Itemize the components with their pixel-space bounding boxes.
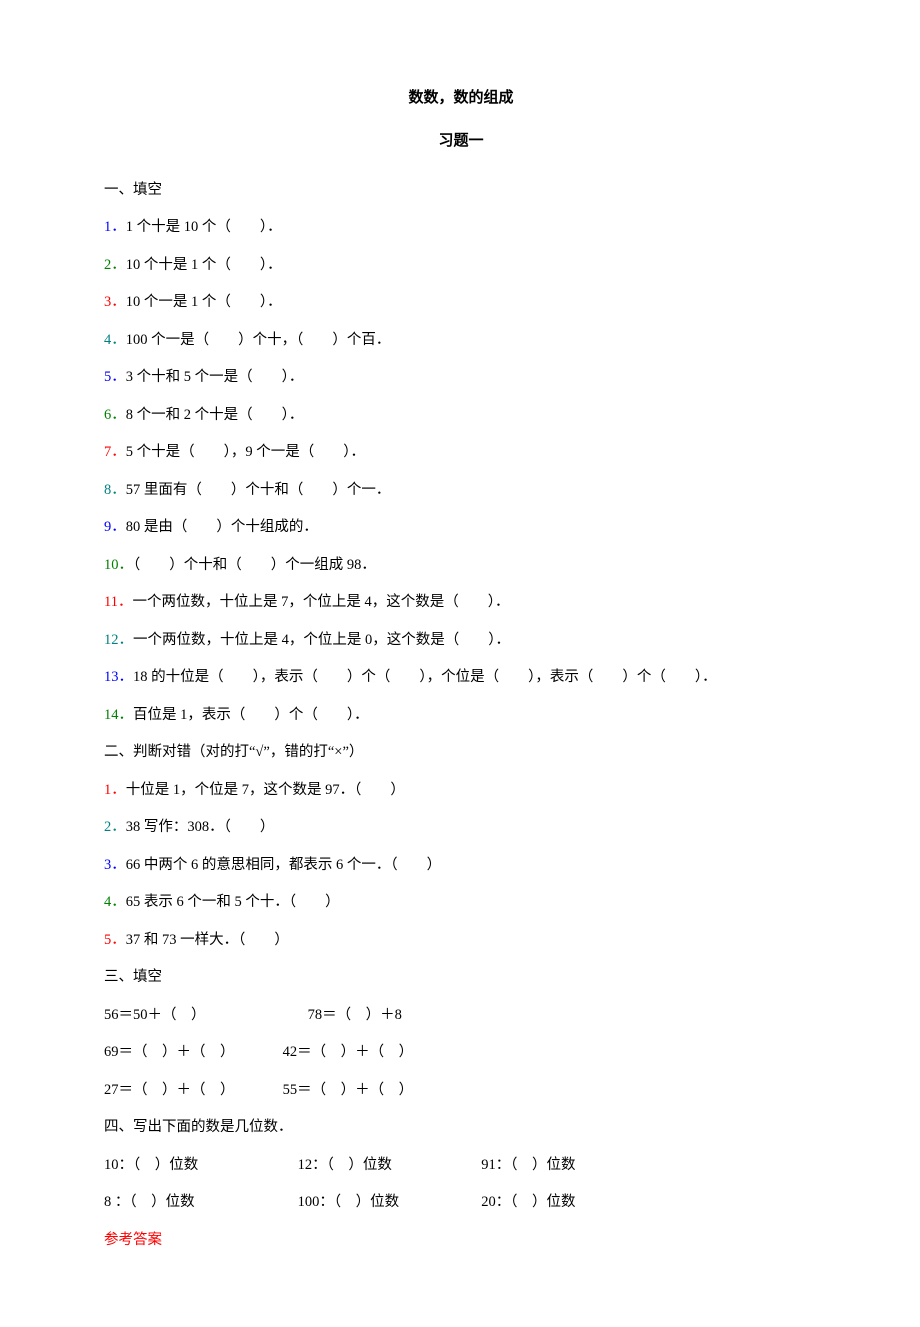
equation-row: 27＝（ ）＋（ ） 55＝（ ）＋（ ） — [104, 1080, 818, 1100]
section-header: 四、写出下面的数是几位数． — [104, 1117, 818, 1137]
question-text: 66 中两个 6 的意思相同，都表示 6 个一．（ ） — [126, 857, 441, 873]
digits-text: 91：（ ）位数 — [481, 1155, 575, 1175]
equation-row: 69＝（ ）＋（ ） 42＝（ ）＋（ ） — [104, 1042, 818, 1062]
question-number: 14． — [104, 707, 133, 723]
question-number: 9． — [104, 519, 126, 535]
question-number: 5． — [104, 932, 126, 948]
question-number: 6． — [104, 407, 126, 423]
question-number: 1． — [104, 782, 126, 798]
question-item: 12．一个两位数，十位上是 4，个位上是 0，这个数是（ ）． — [104, 630, 818, 650]
question-text: 100 个一是（ ）个十，（ ）个百． — [126, 332, 391, 348]
question-item: 10．（ ）个十和（ ）个一组成 98． — [104, 555, 818, 575]
question-item: 7．5 个十是（ ），9 个一是（ ）． — [104, 442, 818, 462]
question-text: （ ）个十和（ ）个一组成 98． — [133, 557, 376, 573]
question-number: 5． — [104, 369, 126, 385]
question-item: 9．80 是由（ ）个十组成的． — [104, 517, 818, 537]
question-number: 7． — [104, 444, 126, 460]
question-text: 一个两位数，十位上是 7，个位上是 4，这个数是（ ）． — [132, 594, 509, 610]
question-text: 一个两位数，十位上是 4，个位上是 0，这个数是（ ）． — [133, 632, 510, 648]
question-item: 5．37 和 73 一样大．（ ） — [104, 930, 818, 950]
question-number: 2． — [104, 257, 126, 273]
equation-text: 56＝50＋（ ） — [104, 1005, 304, 1025]
question-text: 3 个十和 5 个一是（ ）． — [126, 369, 304, 385]
section-header: 一、填空 — [104, 180, 818, 200]
digits-row: 10：（ ）位数 12：（ ）位数 91：（ ）位数 — [104, 1155, 818, 1175]
question-item: 13．18 的十位是（ ），表示（ ）个（ ），个位是（ ），表示（ ）个（ ）… — [104, 667, 818, 687]
question-number: 8． — [104, 482, 126, 498]
equation-text: 69＝（ ）＋（ ） — [104, 1042, 279, 1062]
section-header: 二、判断对错（对的打“√”，错的打“×”） — [104, 742, 818, 762]
question-item: 4．100 个一是（ ）个十，（ ）个百． — [104, 330, 818, 350]
answer-header: 参考答案 — [104, 1230, 818, 1250]
digits-row: 8 ：（ ）位数 100：（ ）位数 20：（ ）位数 — [104, 1192, 818, 1212]
question-number: 10． — [104, 557, 133, 573]
question-number: 12． — [104, 632, 133, 648]
question-item: 3．10 个一是 1 个（ ）． — [104, 292, 818, 312]
question-item: 1．1 个十是 10 个（ ）． — [104, 217, 818, 237]
digits-text: 12：（ ）位数 — [298, 1155, 478, 1175]
question-item: 2．10 个十是 1 个（ ）． — [104, 255, 818, 275]
question-item: 5．3 个十和 5 个一是（ ）． — [104, 367, 818, 387]
question-text: 5 个十是（ ），9 个一是（ ）． — [126, 444, 365, 460]
question-text: 10 个一是 1 个（ ）． — [126, 294, 282, 310]
digits-text: 8 ：（ ）位数 — [104, 1192, 294, 1212]
question-number: 3． — [104, 294, 126, 310]
digits-text: 20：（ ）位数 — [481, 1192, 575, 1212]
equation-text: 42＝（ ）＋（ ） — [283, 1042, 473, 1062]
question-item: 3．66 中两个 6 的意思相同，都表示 6 个一．（ ） — [104, 855, 818, 875]
question-number: 13． — [104, 669, 133, 685]
question-text: 65 表示 6 个一和 5 个十．（ ） — [126, 894, 340, 910]
question-number: 1． — [104, 219, 126, 235]
question-text: 18 的十位是（ ），表示（ ）个（ ），个位是（ ），表示（ ）个（ ）． — [133, 669, 717, 685]
question-item: 1．十位是 1，个位是 7，这个数是 97．（ ） — [104, 780, 818, 800]
question-number: 11． — [104, 594, 132, 610]
question-text: 38 写作：308．（ ） — [126, 819, 275, 835]
question-text: 10 个十是 1 个（ ）． — [126, 257, 282, 273]
equation-text: 78＝（ ）＋8 — [308, 1005, 498, 1025]
question-item: 11．一个两位数，十位上是 7，个位上是 4，这个数是（ ）． — [104, 592, 818, 612]
question-item: 8．57 里面有（ ）个十和（ ）个一． — [104, 480, 818, 500]
question-number: 4． — [104, 332, 126, 348]
equation-text: 27＝（ ）＋（ ） — [104, 1080, 279, 1100]
question-number: 3． — [104, 857, 126, 873]
digits-text: 100：（ ）位数 — [298, 1192, 478, 1212]
question-text: 百位是 1，表示（ ）个（ ）． — [133, 707, 369, 723]
document-subtitle: 习题一 — [104, 131, 818, 152]
question-text: 8 个一和 2 个十是（ ）． — [126, 407, 304, 423]
question-text: 80 是由（ ）个十组成的． — [126, 519, 318, 535]
question-item: 2．38 写作：308．（ ） — [104, 817, 818, 837]
section-header: 三、填空 — [104, 967, 818, 987]
question-item: 14．百位是 1，表示（ ）个（ ）． — [104, 705, 818, 725]
question-item: 4．65 表示 6 个一和 5 个十．（ ） — [104, 892, 818, 912]
digits-text: 10：（ ）位数 — [104, 1155, 294, 1175]
question-number: 2． — [104, 819, 126, 835]
question-text: 57 里面有（ ）个十和（ ）个一． — [126, 482, 391, 498]
equation-row: 56＝50＋（ ） 78＝（ ）＋8 — [104, 1005, 818, 1025]
question-text: 37 和 73 一样大．（ ） — [126, 932, 289, 948]
question-text: 1 个十是 10 个（ ）． — [126, 219, 282, 235]
question-item: 6．8 个一和 2 个十是（ ）． — [104, 405, 818, 425]
question-number: 4． — [104, 894, 126, 910]
equation-text: 55＝（ ）＋（ ） — [283, 1080, 473, 1100]
question-text: 十位是 1，个位是 7，这个数是 97．（ ） — [126, 782, 405, 798]
document-title: 数数，数的组成 — [104, 88, 818, 109]
